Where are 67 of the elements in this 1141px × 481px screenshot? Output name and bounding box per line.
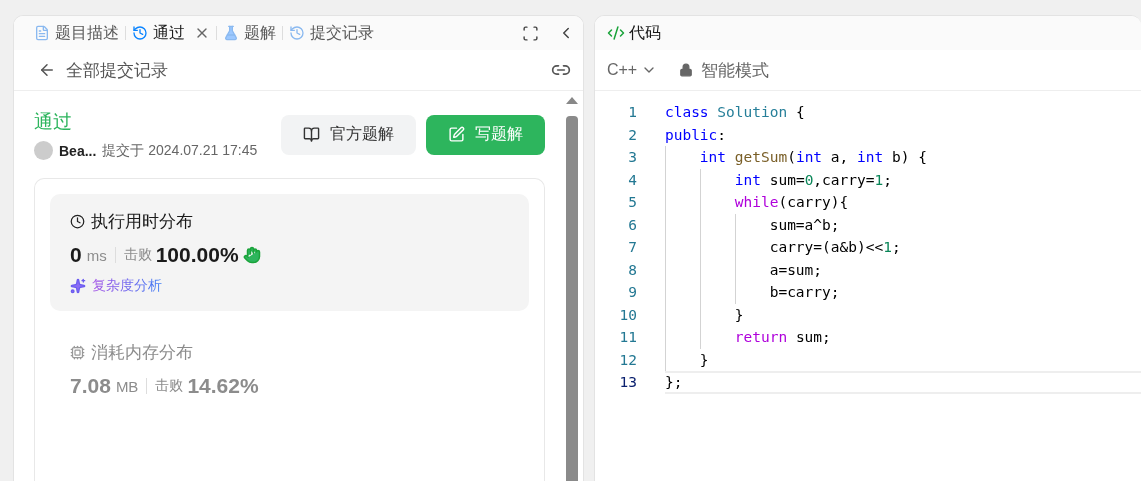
chip-icon [70, 345, 85, 360]
stat-title: 消耗内存分布 [91, 342, 193, 364]
beat-label: 击败 [123, 246, 152, 264]
code-icon [606, 24, 625, 42]
line-number: 2 [627, 126, 637, 143]
line-number: 6 [627, 216, 637, 233]
code-line: } [699, 351, 709, 368]
line-number: 4 [627, 171, 637, 188]
avatar [34, 141, 53, 160]
line-number: 9 [627, 284, 637, 301]
panel-tab[interactable]: 提交记录 [283, 22, 380, 44]
code-line: sum=a^b; [769, 216, 840, 233]
line-number: 7 [627, 239, 637, 256]
mode-label[interactable]: 智能模式 [701, 58, 770, 82]
beat-percent: 100.00% [155, 243, 239, 267]
book-icon [302, 126, 320, 143]
line-number: 1 [627, 104, 637, 121]
stat-panel[interactable]: 执行用时分布 0 ms 击败 100.00% 复杂度分析 [50, 194, 529, 311]
line-number: 12 [618, 351, 637, 368]
beat-percent: 14.62% [187, 374, 259, 398]
history-icon [289, 25, 305, 41]
code-line: b=carry; [769, 284, 840, 301]
panel-tab[interactable]: 题目描述 [28, 22, 125, 44]
complexity-link[interactable]: 复杂度分析 [92, 277, 162, 295]
lock-icon [679, 63, 694, 77]
author-name[interactable]: Bea... [59, 142, 97, 159]
submission-status: 通过 [34, 111, 72, 132]
stat-value: 0 [70, 243, 82, 267]
code-line: class Solution { [664, 104, 805, 121]
line-number: 8 [627, 261, 637, 278]
code-line: carry=(a&b)<<1; [769, 239, 901, 256]
code-line: int sum=0,carry=1; [734, 171, 892, 188]
code-line: a=sum; [769, 261, 823, 278]
panel-title: 代码 [628, 22, 661, 43]
sparkle-icon [70, 278, 86, 294]
panel-tab[interactable]: 题解 [217, 22, 282, 44]
language-select[interactable]: C++ [606, 61, 658, 79]
code-line: return sum; [734, 329, 831, 346]
code-line: } [734, 306, 744, 323]
code-line: while(carry){ [734, 194, 849, 211]
stat-title: 执行用时分布 [91, 211, 193, 233]
stat-unit: MB [115, 377, 139, 395]
code-line: int getSum(int a, int b) { [699, 149, 927, 166]
submission-time: 提交于 2024.07.21 17:45 [102, 141, 258, 160]
code-line: }; [664, 374, 683, 391]
history-icon [132, 25, 148, 41]
line-number: 3 [627, 149, 637, 166]
line-number: 11 [618, 329, 637, 346]
clock-icon [70, 214, 85, 229]
stat-unit: ms [86, 246, 107, 264]
hand-icon [242, 246, 261, 264]
beat-label: 击败 [155, 377, 184, 395]
pen-icon [447, 126, 465, 143]
official-solution-button[interactable]: 官方题解 [280, 114, 416, 155]
fullscreen-icon[interactable] [521, 24, 539, 42]
back-link[interactable]: 全部提交记录 [66, 58, 168, 82]
code-line: public: [664, 126, 727, 143]
stat-panel[interactable]: 消耗内存分布 7.08 MB 击败 14.62% [50, 325, 529, 414]
line-number: 13 [618, 374, 637, 391]
code-editor[interactable]: 1 class Solution { 2 public: 3 int getSum(int a, int b) { 4 int sum=0,carry=1; 5 while(carry){ 6 sum=a^b; 7 carry=(a&b)<<1; 8 a=sum; 9 b=carry; 10 } 11 return sum; 12 } 13 }; [594, 91, 1141, 394]
line-number: 10 [618, 306, 637, 323]
back-icon[interactable] [38, 61, 56, 79]
panel-tab[interactable]: 通过 [126, 22, 216, 44]
line-number: 5 [627, 194, 637, 211]
flask-icon [223, 25, 239, 41]
document-icon [34, 25, 50, 41]
stat-value: 7.08 [70, 374, 111, 398]
